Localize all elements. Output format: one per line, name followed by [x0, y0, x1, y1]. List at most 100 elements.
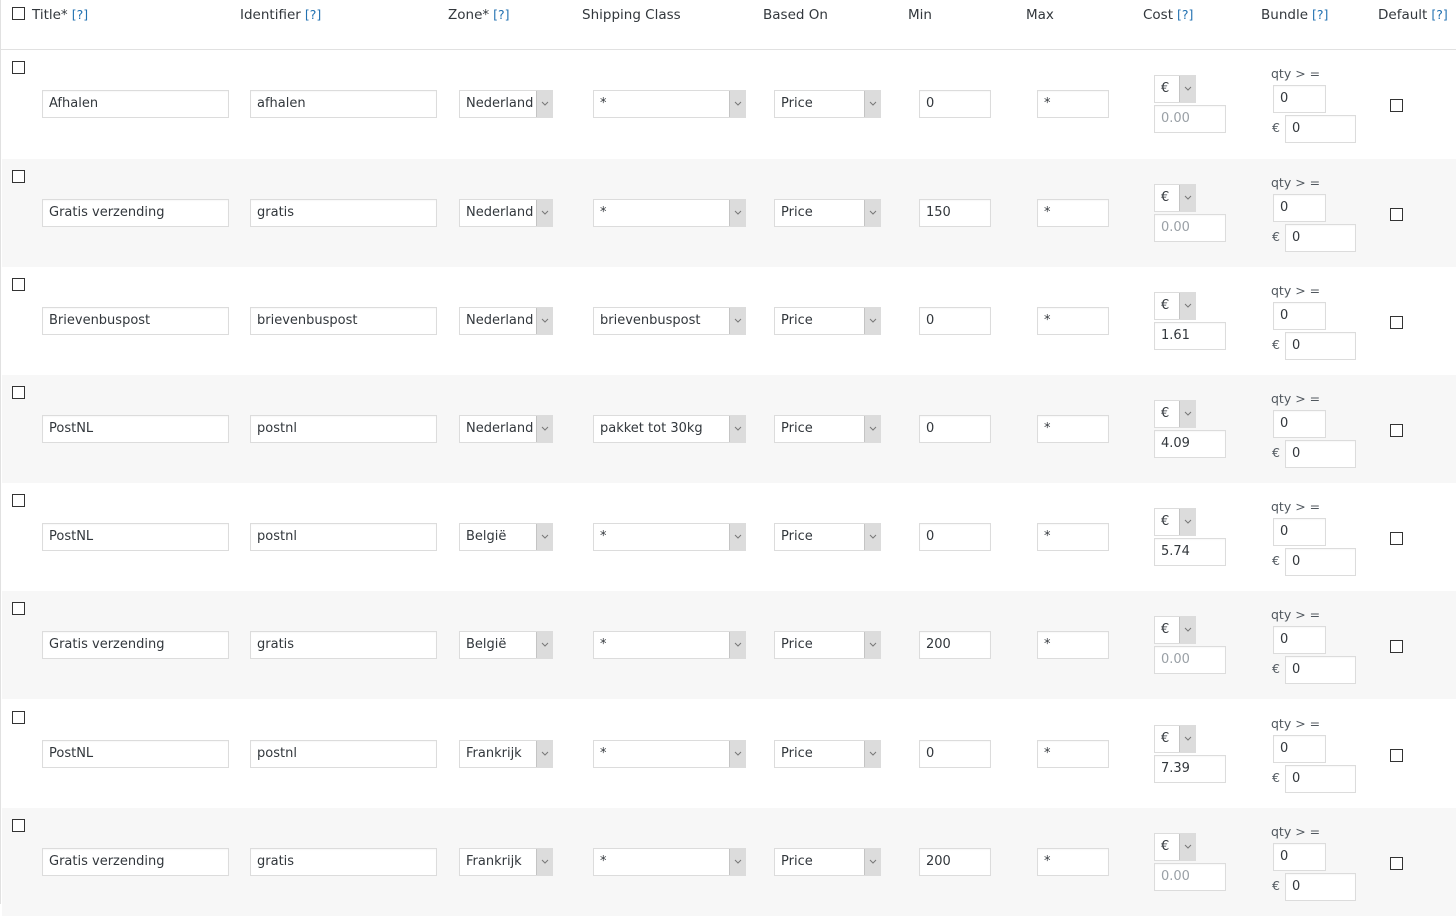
zone-select[interactable]: Nederland — [459, 90, 553, 118]
default-checkbox[interactable] — [1390, 640, 1403, 653]
title-input[interactable]: PostNL — [42, 415, 229, 443]
bundle-qty-input[interactable]: 0 — [1273, 518, 1326, 546]
shipping-class-select[interactable]: brievenbuspost — [593, 307, 746, 335]
zone-select[interactable]: Frankrijk — [459, 740, 553, 768]
cost-input[interactable]: 5.74 — [1154, 538, 1226, 566]
identifier-input[interactable]: brievenbuspost — [250, 307, 437, 335]
title-input[interactable]: Brievenbuspost — [42, 307, 229, 335]
identifier-input[interactable]: postnl — [250, 415, 437, 443]
zone-select[interactable]: Nederland — [459, 415, 553, 443]
max-input[interactable]: * — [1037, 199, 1109, 227]
row-select-checkbox[interactable] — [12, 278, 25, 291]
cost-input[interactable]: 0.00 — [1154, 646, 1226, 674]
cost-input[interactable]: 0.00 — [1154, 105, 1226, 133]
cost-currency-select[interactable]: € — [1154, 400, 1196, 428]
select-all-checkbox[interactable] — [12, 7, 25, 20]
min-input[interactable]: 0 — [919, 523, 991, 551]
help-link-cost[interactable]: [?] — [1177, 7, 1193, 22]
bundle-qty-input[interactable]: 0 — [1273, 410, 1326, 438]
title-input[interactable]: Afhalen — [42, 90, 229, 118]
cost-currency-select[interactable]: € — [1154, 75, 1196, 103]
min-input[interactable]: 0 — [919, 307, 991, 335]
cost-input[interactable]: 7.39 — [1154, 755, 1226, 783]
cost-currency-select[interactable]: € — [1154, 292, 1196, 320]
shipping-class-select[interactable]: * — [593, 523, 746, 551]
cost-input[interactable]: 4.09 — [1154, 430, 1226, 458]
default-checkbox[interactable] — [1390, 532, 1403, 545]
default-checkbox[interactable] — [1390, 99, 1403, 112]
based-on-select[interactable]: Price — [774, 740, 881, 768]
row-select-checkbox[interactable] — [12, 386, 25, 399]
min-input[interactable]: 0 — [919, 740, 991, 768]
identifier-input[interactable]: afhalen — [250, 90, 437, 118]
shipping-class-select[interactable]: * — [593, 740, 746, 768]
identifier-input[interactable]: postnl — [250, 740, 437, 768]
zone-select[interactable]: Frankrijk — [459, 848, 553, 876]
zone-select[interactable]: Nederland — [459, 199, 553, 227]
based-on-select[interactable]: Price — [774, 631, 881, 659]
bundle-cost-input[interactable]: 0 — [1285, 873, 1356, 901]
identifier-input[interactable]: gratis — [250, 848, 437, 876]
based-on-select[interactable]: Price — [774, 90, 881, 118]
based-on-select[interactable]: Price — [774, 523, 881, 551]
default-checkbox[interactable] — [1390, 316, 1403, 329]
cost-currency-select[interactable]: € — [1154, 508, 1196, 536]
title-input[interactable]: Gratis verzending — [42, 848, 229, 876]
default-checkbox[interactable] — [1390, 208, 1403, 221]
help-link-identifier[interactable]: [?] — [305, 7, 321, 22]
shipping-class-select[interactable]: * — [593, 848, 746, 876]
bundle-qty-input[interactable]: 0 — [1273, 302, 1326, 330]
cost-input[interactable]: 0.00 — [1154, 214, 1226, 242]
cost-currency-select[interactable]: € — [1154, 616, 1196, 644]
bundle-cost-input[interactable]: 0 — [1285, 115, 1356, 143]
row-select-checkbox[interactable] — [12, 711, 25, 724]
help-link-title[interactable]: [?] — [72, 7, 88, 22]
max-input[interactable]: * — [1037, 848, 1109, 876]
based-on-select[interactable]: Price — [774, 848, 881, 876]
zone-select[interactable]: Nederland — [459, 307, 553, 335]
row-select-checkbox[interactable] — [12, 819, 25, 832]
based-on-select[interactable]: Price — [774, 307, 881, 335]
shipping-class-select[interactable]: pakket tot 30kg — [593, 415, 746, 443]
identifier-input[interactable]: gratis — [250, 631, 437, 659]
bundle-cost-input[interactable]: 0 — [1285, 765, 1356, 793]
cost-input[interactable]: 0.00 — [1154, 863, 1226, 891]
identifier-input[interactable]: gratis — [250, 199, 437, 227]
cost-input[interactable]: 1.61 — [1154, 322, 1226, 350]
cost-currency-select[interactable]: € — [1154, 833, 1196, 861]
bundle-cost-input[interactable]: 0 — [1285, 548, 1356, 576]
bundle-cost-input[interactable]: 0 — [1285, 656, 1356, 684]
help-link-default[interactable]: [?] — [1431, 7, 1447, 22]
identifier-input[interactable]: postnl — [250, 523, 437, 551]
min-input[interactable]: 200 — [919, 848, 991, 876]
bundle-cost-input[interactable]: 0 — [1285, 224, 1356, 252]
row-select-checkbox[interactable] — [12, 494, 25, 507]
based-on-select[interactable]: Price — [774, 199, 881, 227]
max-input[interactable]: * — [1037, 307, 1109, 335]
row-select-checkbox[interactable] — [12, 170, 25, 183]
max-input[interactable]: * — [1037, 523, 1109, 551]
help-link-zone[interactable]: [?] — [493, 7, 509, 22]
bundle-qty-input[interactable]: 0 — [1273, 194, 1326, 222]
title-input[interactable]: Gratis verzending — [42, 631, 229, 659]
shipping-class-select[interactable]: * — [593, 199, 746, 227]
max-input[interactable]: * — [1037, 90, 1109, 118]
shipping-class-select[interactable]: * — [593, 90, 746, 118]
bundle-qty-input[interactable]: 0 — [1273, 735, 1326, 763]
default-checkbox[interactable] — [1390, 424, 1403, 437]
zone-select[interactable]: België — [459, 523, 553, 551]
bundle-cost-input[interactable]: 0 — [1285, 332, 1356, 360]
title-input[interactable]: PostNL — [42, 523, 229, 551]
help-link-bundle[interactable]: [?] — [1312, 7, 1328, 22]
zone-select[interactable]: België — [459, 631, 553, 659]
row-select-checkbox[interactable] — [12, 602, 25, 615]
bundle-qty-input[interactable]: 0 — [1273, 626, 1326, 654]
max-input[interactable]: * — [1037, 631, 1109, 659]
bundle-qty-input[interactable]: 0 — [1273, 85, 1326, 113]
based-on-select[interactable]: Price — [774, 415, 881, 443]
min-input[interactable]: 150 — [919, 199, 991, 227]
cost-currency-select[interactable]: € — [1154, 184, 1196, 212]
min-input[interactable]: 200 — [919, 631, 991, 659]
title-input[interactable]: PostNL — [42, 740, 229, 768]
shipping-class-select[interactable]: * — [593, 631, 746, 659]
